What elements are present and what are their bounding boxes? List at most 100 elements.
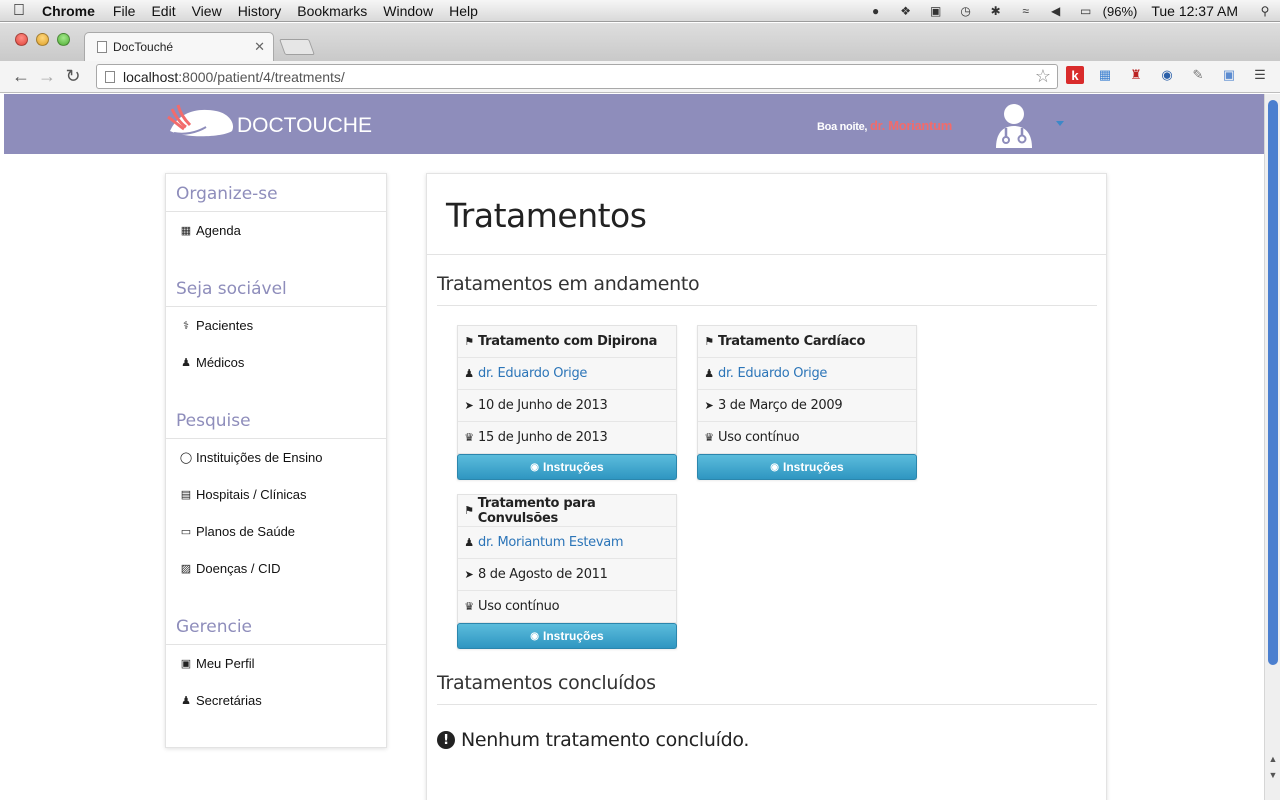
sidebar-item-pacientes[interactable]: ⚕ Pacientes (166, 307, 386, 344)
scroll-up-icon[interactable]: ▲ (1265, 754, 1280, 764)
evernote-icon[interactable]: ● (865, 3, 887, 19)
menu-file[interactable]: File (105, 3, 144, 19)
menu-bookmarks[interactable]: Bookmarks (289, 3, 375, 19)
camera-icon: ▣ (180, 658, 192, 670)
reload-icon[interactable]: ↻ (60, 66, 86, 87)
divider (437, 704, 1097, 705)
user-md-icon: ♟ (181, 357, 191, 369)
doctor-link[interactable]: dr. Moriantum Estevam (478, 535, 624, 550)
doctor-link[interactable]: dr. Eduardo Orige (478, 366, 587, 381)
sidebar-item-agenda[interactable]: ▦ Agenda (166, 212, 386, 249)
treatment-card: ⚑ Tratamento Cardíaco ♟ dr. Eduardo Orige … (697, 325, 917, 480)
back-icon[interactable]: ← (8, 66, 34, 87)
menu-history[interactable]: History (230, 3, 290, 19)
instructions-button[interactable]: ◉ Instruções (697, 454, 917, 480)
page-viewport: DOCTOUCHE Boa noite, dr. Moriantum Organ… (4, 94, 1264, 800)
address-bar[interactable]: localhost:8000/patient/4/treatments/ ☆ (96, 64, 1058, 89)
couch-extension-icon[interactable]: ♜ (1126, 65, 1146, 85)
sidebar-item-meu-perfil[interactable]: ▣ Meu Perfil (166, 645, 386, 682)
menu-clock[interactable]: Tue 12:37 AM (1151, 3, 1238, 19)
url-host: localhost (123, 68, 179, 85)
klout-extension-icon[interactable]: k (1066, 66, 1084, 84)
sidebar-item-label: Médicos (196, 355, 245, 370)
mac-menu-bar:  Chrome File Edit View History Bookmark… (0, 0, 1280, 22)
brand-name[interactable]: DOCTOUCHE (237, 114, 372, 138)
treatment-name: Tratamento com Dipirona (478, 334, 658, 349)
zoom-window-button[interactable] (57, 33, 70, 46)
rocket-icon: ➤ (464, 568, 474, 581)
completed-heading: Tratamentos concluídos (437, 672, 656, 694)
greeting-text: Boa noite, (817, 121, 868, 133)
sidebar-item-secretarias[interactable]: ♟ Secretárias (166, 682, 386, 719)
user-menu-caret-icon[interactable] (1056, 121, 1064, 126)
doctor-avatar-icon[interactable] (990, 102, 1038, 150)
empty-message: Nenhum tratamento concluído. (461, 729, 750, 751)
treatment-card: ⚑ Tratamento com Dipirona ♟ dr. Eduardo Or… (457, 325, 677, 480)
menu-view[interactable]: View (184, 3, 230, 19)
window-extension-icon[interactable]: ▣ (1219, 65, 1239, 85)
bluetooth-icon[interactable]: ✱ (985, 3, 1007, 19)
sidebar-item-hospitais[interactable]: ▤ Hospitais / Clínicas (166, 476, 386, 513)
scrollbar-thumb[interactable] (1268, 100, 1278, 665)
dropbox-icon[interactable]: ❖ (895, 3, 917, 19)
treatment-doctor-row: ♟ dr. Moriantum Estevam (458, 527, 676, 559)
exclamation-icon: ! (437, 731, 455, 749)
browser-toolbar: ← → ↻ localhost:8000/patient/4/treatment… (0, 61, 1280, 93)
bookmark-star-icon[interactable]: ☆ (1035, 66, 1051, 87)
empty-state: ! Nenhum tratamento concluído. (437, 729, 749, 751)
chrome-menu-icon[interactable]: ☰ (1250, 65, 1270, 85)
page-title: Tratamentos (446, 196, 647, 235)
treatment-start: 10 de Junho de 2013 (478, 398, 608, 413)
treatment-name: Tratamento para Convulsões (477, 495, 596, 526)
lightbulb-icon: ◯ (179, 452, 193, 464)
treatment-doctor-row: ♟ dr. Eduardo Orige (698, 358, 916, 390)
eyedropper-extension-icon[interactable]: ✎ (1188, 65, 1208, 85)
sidebar-item-planos[interactable]: ▭ Planos de Saúde (166, 513, 386, 550)
instructions-button[interactable]: ◉ Instruções (457, 454, 677, 480)
volume-icon[interactable]: ◀ (1045, 3, 1067, 19)
page-scrollbar[interactable]: ▲ ▼ (1264, 94, 1280, 800)
page-icon (105, 70, 115, 83)
menu-app-name[interactable]: Chrome (38, 3, 105, 19)
doctouche-logo-icon[interactable] (166, 103, 238, 143)
forward-icon[interactable]: → (34, 66, 60, 87)
treatment-start: 3 de Março de 2009 (718, 398, 843, 413)
scroll-down-icon[interactable]: ▼ (1265, 770, 1280, 780)
battery-icon[interactable]: ▭ (1075, 3, 1097, 19)
spotlight-icon[interactable]: ⚲ (1254, 3, 1276, 19)
close-window-button[interactable] (15, 33, 28, 46)
sidebar-item-instituicoes[interactable]: ◯ Instituições de Ensino (166, 439, 386, 476)
sync-icon[interactable]: ▣ (925, 3, 947, 19)
app-header: DOCTOUCHE Boa noite, dr. Moriantum (4, 94, 1264, 154)
treatment-end: 15 de Junho de 2013 (478, 430, 608, 445)
minimize-window-button[interactable] (36, 33, 49, 46)
browser-tab[interactable]: DocTouché ✕ (84, 32, 274, 61)
button-label: Instruções (543, 460, 604, 474)
sidebar: Organize-se ▦ Agenda Seja sociável ⚕ Pac… (165, 173, 387, 748)
menu-edit[interactable]: Edit (143, 3, 183, 19)
new-tab-button[interactable] (279, 39, 315, 55)
eye-icon: ◉ (770, 461, 780, 473)
menu-help[interactable]: Help (441, 3, 486, 19)
sidebar-item-medicos[interactable]: ♟ Médicos (166, 344, 386, 381)
menu-window[interactable]: Window (375, 3, 441, 19)
doctor-link[interactable]: dr. Eduardo Orige (718, 366, 827, 381)
user-md-icon: ♟ (464, 367, 474, 380)
close-tab-icon[interactable]: ✕ (254, 39, 265, 55)
treatment-start-row: ➤ 10 de Junho de 2013 (458, 390, 676, 422)
eye-icon: ◉ (530, 461, 540, 473)
apple-icon[interactable]:  (0, 2, 38, 20)
time-machine-icon[interactable]: ◷ (955, 3, 977, 19)
globe-extension-icon[interactable]: ◉ (1157, 65, 1177, 85)
button-label: Instruções (783, 460, 844, 474)
instructions-button[interactable]: ◉ Instruções (457, 623, 677, 649)
trophy-icon: ♛ (464, 431, 474, 444)
sidebar-item-doencas[interactable]: ▨ Doenças / CID (166, 550, 386, 587)
treatment-name-row: ⚑ Tratamento para Convulsões (458, 495, 676, 527)
translate-extension-icon[interactable]: ▦ (1095, 65, 1115, 85)
sidebar-item-label: Meu Perfil (196, 656, 255, 671)
divider (437, 305, 1097, 306)
sidebar-item-label: Doenças / CID (196, 561, 281, 576)
button-label: Instruções (543, 629, 604, 643)
wifi-icon[interactable]: ≈ (1015, 3, 1037, 19)
